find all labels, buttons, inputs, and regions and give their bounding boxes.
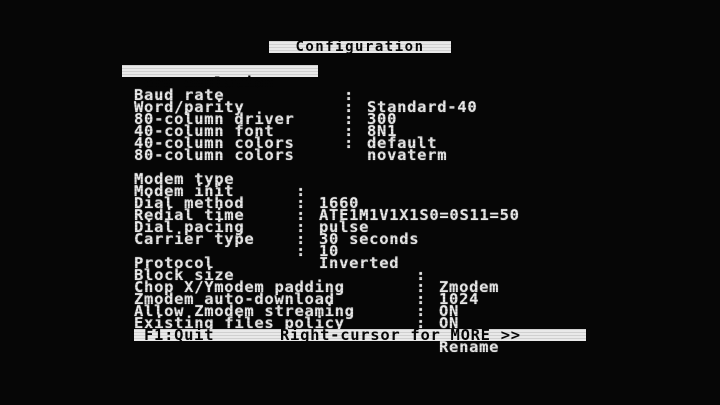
option-40-column-font[interactable]: 40-column font : novaterm <box>134 113 447 163</box>
option-separator: : <box>344 134 355 152</box>
option-word-parity[interactable]: Word/parity : 8N1 <box>134 89 396 139</box>
option-block-size[interactable]: Block size : 1024 <box>134 257 478 307</box>
option-term-emulation[interactable]: Term emulation : Standard-40 <box>134 65 477 115</box>
option-80-column-colors[interactable]: 80-column colors <box>134 137 294 163</box>
option-zmodem-auto-download[interactable]: Zmodem auto-download : ON <box>134 281 458 331</box>
option-redial-time[interactable]: Redial time : 30 seconds <box>134 197 419 247</box>
option-modem-init[interactable]: Modem init : ATE1M1V1X1S0=0S11=50 <box>134 173 519 223</box>
page-title: Configuration <box>269 40 451 54</box>
option-separator: : <box>296 242 307 260</box>
option-dial-pacing[interactable]: Dial pacing : 10 <box>134 209 338 259</box>
option-chop-padding[interactable]: Chop X/Ymodem padding : ON <box>134 269 458 319</box>
option-value: Inverted <box>319 254 400 272</box>
more-hint[interactable]: Right-cursor for MORE >> <box>280 327 521 343</box>
option-80-column-driver[interactable]: 80-column driver : default <box>134 101 437 151</box>
option-value: novaterm <box>367 146 448 164</box>
option-label: Carrier type <box>134 230 255 248</box>
option-dial-method[interactable]: Dial method : pulse <box>134 185 368 235</box>
option-modem-type[interactable]: Modem type : 1660 <box>134 161 358 211</box>
option-protocol[interactable]: Protocol : Zmodem <box>134 245 499 295</box>
status-bar: F1:Quit Right-cursor for MORE >> <box>134 327 586 343</box>
option-label: 80-column colors <box>134 146 295 164</box>
option-carrier-type[interactable]: Carrier type : Inverted <box>134 221 399 271</box>
quit-hint[interactable]: F1:Quit <box>144 327 214 343</box>
option-40-column-colors[interactable]: 40-column colors <box>134 125 294 151</box>
option-zmodem-streaming[interactable]: Allow Zmodem streaming : ON <box>134 293 458 343</box>
option-existing-files-policy[interactable]: Existing files policy : Rename <box>134 305 499 355</box>
terminal-screen: Configuration Term emulation : Standard-… <box>0 0 720 405</box>
option-baud-rate[interactable]: Baud rate : 300 <box>134 77 396 127</box>
